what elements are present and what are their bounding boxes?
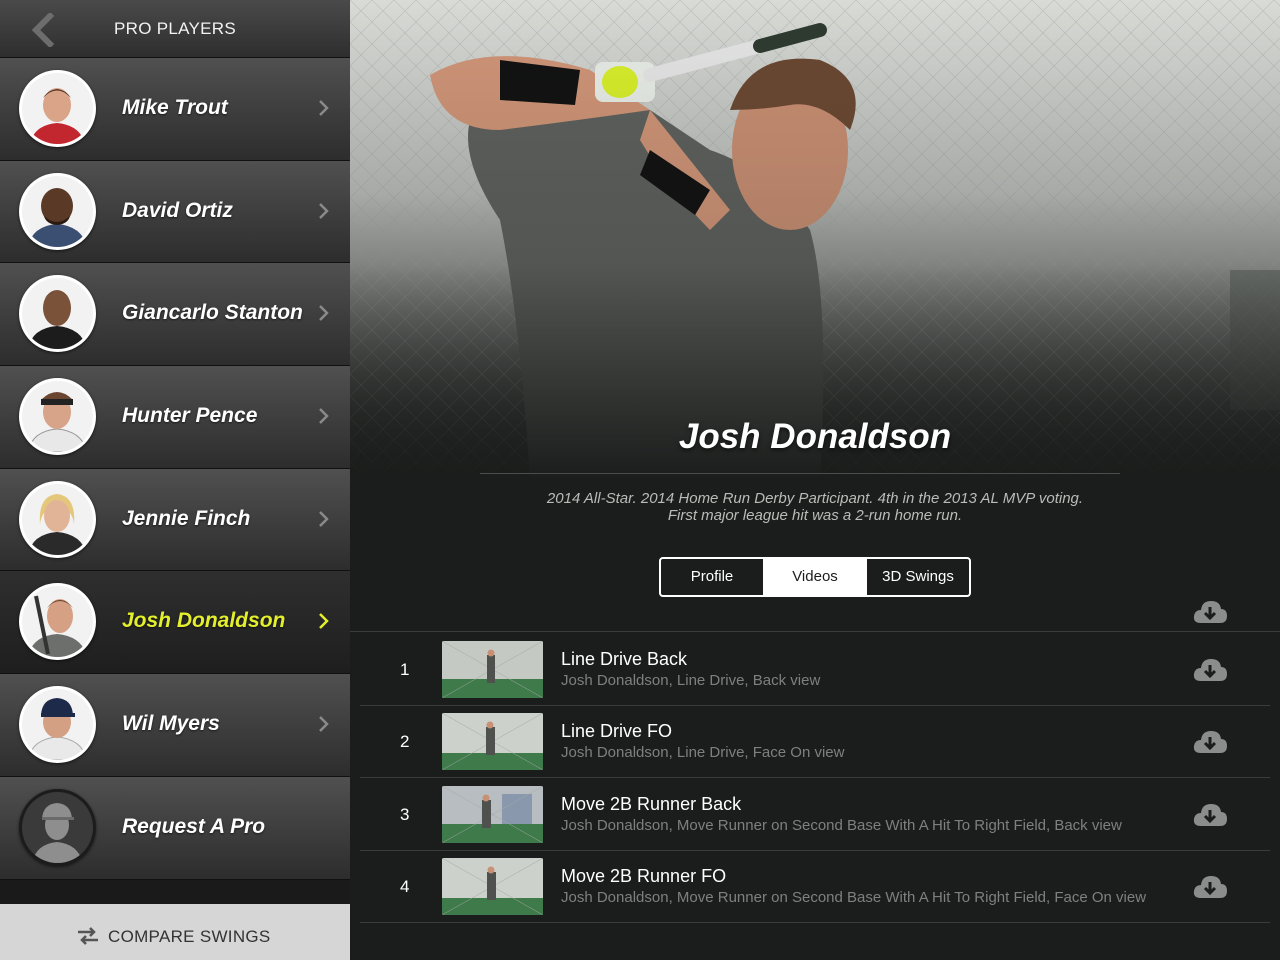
video-thumbnail — [442, 786, 543, 843]
avatar — [19, 70, 96, 147]
sidebar-header: PRO PLAYERS — [0, 0, 350, 58]
compare-swings-label: COMPARE SWINGS — [108, 927, 271, 946]
player-name: Request A Pro — [122, 814, 266, 838]
player-list: Mike Trout David Ortiz Giancarlo Stanton… — [0, 58, 350, 880]
avatar — [19, 480, 96, 558]
video-title: Move 2B Runner FO — [561, 866, 727, 886]
video-number: 2 — [400, 732, 410, 751]
avatar — [19, 378, 96, 456]
video-thumbnail — [442, 713, 543, 770]
tab-3d-swings[interactable]: 3D Swings — [867, 559, 969, 595]
video-row[interactable]: 4 Move 2B Runner FO Josh Donaldson, Move… — [350, 851, 1280, 923]
video-number: 1 — [400, 660, 410, 679]
sidebar: PRO PLAYERS Mike Trout David Ortiz Gianc… — [0, 0, 350, 960]
avatar — [19, 686, 96, 764]
video-thumbnail — [442, 641, 543, 698]
tab-control: Profile Videos 3D Swings — [659, 557, 971, 597]
download-icon[interactable] — [1192, 656, 1228, 684]
avatar-placeholder — [19, 788, 96, 866]
player-name: Josh Donaldson — [122, 609, 286, 633]
tab-profile[interactable]: Profile — [661, 559, 764, 595]
player-name: Giancarlo Stanton — [122, 301, 303, 325]
user-silhouette-icon — [22, 791, 93, 863]
video-title: Line Drive FO — [561, 721, 673, 741]
player-item-jennie-finch[interactable]: Jennie Finch — [0, 468, 350, 572]
video-title: Move 2B Runner Back — [561, 794, 742, 814]
chevron-right-icon — [319, 613, 329, 630]
player-name: Hunter Pence — [122, 404, 258, 428]
chevron-right-icon — [319, 408, 329, 424]
chevron-right-icon — [319, 305, 329, 322]
player-name: Mike Trout — [122, 96, 228, 119]
video-number: 4 — [400, 877, 410, 896]
video-row[interactable]: 2 Line Drive FO Josh Donaldson, Line Dri… — [350, 706, 1280, 778]
chevron-right-icon — [319, 510, 329, 527]
player-item-hunter-pence[interactable]: Hunter Pence — [0, 366, 350, 469]
tab-videos[interactable]: Videos — [764, 559, 867, 595]
divider — [480, 473, 1120, 474]
avatar — [19, 275, 96, 353]
chevron-right-icon — [319, 100, 329, 116]
player-name: Wil Myers — [122, 712, 220, 736]
bio-line: First major league hit was a 2-run home … — [667, 507, 963, 524]
player-bio: 2014 All-Star. 2014 Home Run Derby Parti… — [410, 490, 1220, 524]
player-item-mike-trout[interactable]: Mike Trout — [0, 58, 350, 161]
player-item-josh-donaldson[interactable]: Josh Donaldson — [0, 571, 350, 675]
player-name: David Ortiz — [122, 198, 233, 222]
video-number: 3 — [400, 805, 410, 824]
player-item-giancarlo-stanton[interactable]: Giancarlo Stanton — [0, 263, 350, 367]
avatar — [19, 172, 96, 250]
divider — [350, 631, 1280, 632]
video-title: Line Drive Back — [561, 649, 688, 669]
player-detail: Josh Donaldson 2014 All-Star. 2014 Home … — [350, 0, 1280, 960]
hero-image: Josh Donaldson — [350, 0, 1280, 480]
swap-arrows-icon — [78, 927, 98, 945]
request-a-pro-item[interactable]: Request A Pro — [0, 776, 350, 880]
chevron-right-icon — [319, 716, 329, 733]
video-row[interactable]: 3 Move 2B Runner Back Josh Donaldson, Mo… — [350, 779, 1280, 851]
avatar — [19, 583, 96, 661]
video-subtitle: Josh Donaldson, Move Runner on Second Ba… — [561, 817, 1122, 834]
video-subtitle: Josh Donaldson, Line Drive, Face On view — [561, 744, 845, 761]
video-subtitle: Josh Donaldson, Move Runner on Second Ba… — [561, 889, 1147, 906]
video-thumbnail — [442, 858, 543, 915]
download-icon[interactable] — [1192, 873, 1228, 901]
sidebar-title: PRO PLAYERS — [113, 19, 237, 38]
player-item-david-ortiz[interactable]: David Ortiz — [0, 160, 350, 264]
download-all-icon[interactable] — [1192, 598, 1228, 626]
player-title: Josh Donaldson — [678, 417, 952, 456]
player-item-wil-myers[interactable]: Wil Myers — [0, 674, 350, 777]
download-icon[interactable] — [1192, 728, 1228, 756]
player-name: Jennie Finch — [122, 506, 251, 530]
chevron-right-icon — [319, 202, 329, 219]
download-icon[interactable] — [1192, 801, 1228, 829]
video-row[interactable]: 1 Line Drive Back Josh Donaldson, Line D… — [350, 634, 1280, 706]
video-subtitle: Josh Donaldson, Line Drive, Back view — [561, 672, 821, 689]
bio-line: 2014 All-Star. 2014 Home Run Derby Parti… — [546, 490, 1084, 507]
